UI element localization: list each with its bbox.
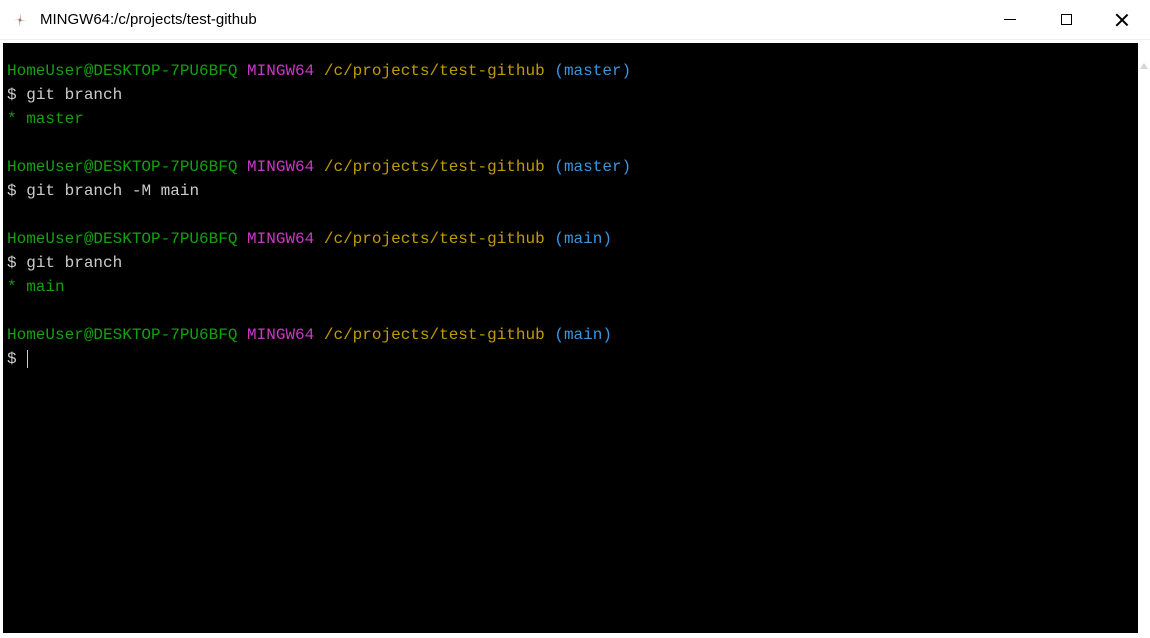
scrollbar-gutter[interactable] bbox=[1138, 40, 1150, 638]
prompt-branch: (main) bbox=[554, 326, 612, 344]
command-text: git branch bbox=[26, 254, 122, 272]
terminal-line: HomeUser@DESKTOP-7PU6BFQ MINGW64 /c/proj… bbox=[7, 158, 631, 176]
terminal-line: HomeUser@DESKTOP-7PU6BFQ MINGW64 /c/proj… bbox=[7, 230, 612, 248]
minimize-icon bbox=[1004, 19, 1016, 20]
text-cursor bbox=[27, 350, 28, 368]
terminal-line: HomeUser@DESKTOP-7PU6BFQ MINGW64 /c/proj… bbox=[7, 62, 631, 80]
prompt-user-host: HomeUser@DESKTOP-7PU6BFQ bbox=[7, 62, 237, 80]
command-output: * main bbox=[7, 278, 65, 296]
prompt-symbol: $ bbox=[7, 350, 17, 368]
prompt-symbol: $ bbox=[7, 254, 17, 272]
terminal-line: $ git branch bbox=[7, 254, 122, 272]
window-controls bbox=[982, 0, 1150, 39]
prompt-branch: (master) bbox=[554, 62, 631, 80]
close-button[interactable] bbox=[1094, 0, 1150, 39]
prompt-path: /c/projects/test-github bbox=[324, 230, 545, 248]
prompt-path: /c/projects/test-github bbox=[324, 326, 545, 344]
command-output: * master bbox=[7, 110, 84, 128]
prompt-branch: (master) bbox=[554, 158, 631, 176]
prompt-path: /c/projects/test-github bbox=[324, 62, 545, 80]
window-frame: MINGW64:/c/projects/test-github HomeUser… bbox=[0, 0, 1150, 638]
maximize-icon bbox=[1061, 14, 1072, 25]
minimize-button[interactable] bbox=[982, 0, 1038, 39]
terminal-line: $ bbox=[7, 350, 28, 368]
terminal-line: $ git branch -M main bbox=[7, 182, 199, 200]
prompt-path: /c/projects/test-github bbox=[324, 158, 545, 176]
close-icon bbox=[1115, 13, 1129, 27]
window-title: MINGW64:/c/projects/test-github bbox=[40, 11, 982, 28]
prompt-shell: MINGW64 bbox=[247, 158, 314, 176]
prompt-user-host: HomeUser@DESKTOP-7PU6BFQ bbox=[7, 158, 237, 176]
prompt-symbol: $ bbox=[7, 182, 17, 200]
prompt-branch: (main) bbox=[554, 230, 612, 248]
command-text: git branch bbox=[26, 86, 122, 104]
maximize-button[interactable] bbox=[1038, 0, 1094, 39]
prompt-symbol: $ bbox=[7, 86, 17, 104]
scroll-up-arrow-icon bbox=[1139, 60, 1149, 74]
prompt-user-host: HomeUser@DESKTOP-7PU6BFQ bbox=[7, 326, 237, 344]
prompt-shell: MINGW64 bbox=[247, 62, 314, 80]
prompt-shell: MINGW64 bbox=[247, 326, 314, 344]
prompt-user-host: HomeUser@DESKTOP-7PU6BFQ bbox=[7, 230, 237, 248]
titlebar[interactable]: MINGW64:/c/projects/test-github bbox=[0, 0, 1150, 40]
terminal-line: $ git branch bbox=[7, 86, 122, 104]
app-icon bbox=[10, 10, 30, 30]
command-text: git branch -M main bbox=[26, 182, 199, 200]
terminal-line: HomeUser@DESKTOP-7PU6BFQ MINGW64 /c/proj… bbox=[7, 326, 612, 344]
terminal-output[interactable]: HomeUser@DESKTOP-7PU6BFQ MINGW64 /c/proj… bbox=[3, 43, 1138, 633]
prompt-shell: MINGW64 bbox=[247, 230, 314, 248]
